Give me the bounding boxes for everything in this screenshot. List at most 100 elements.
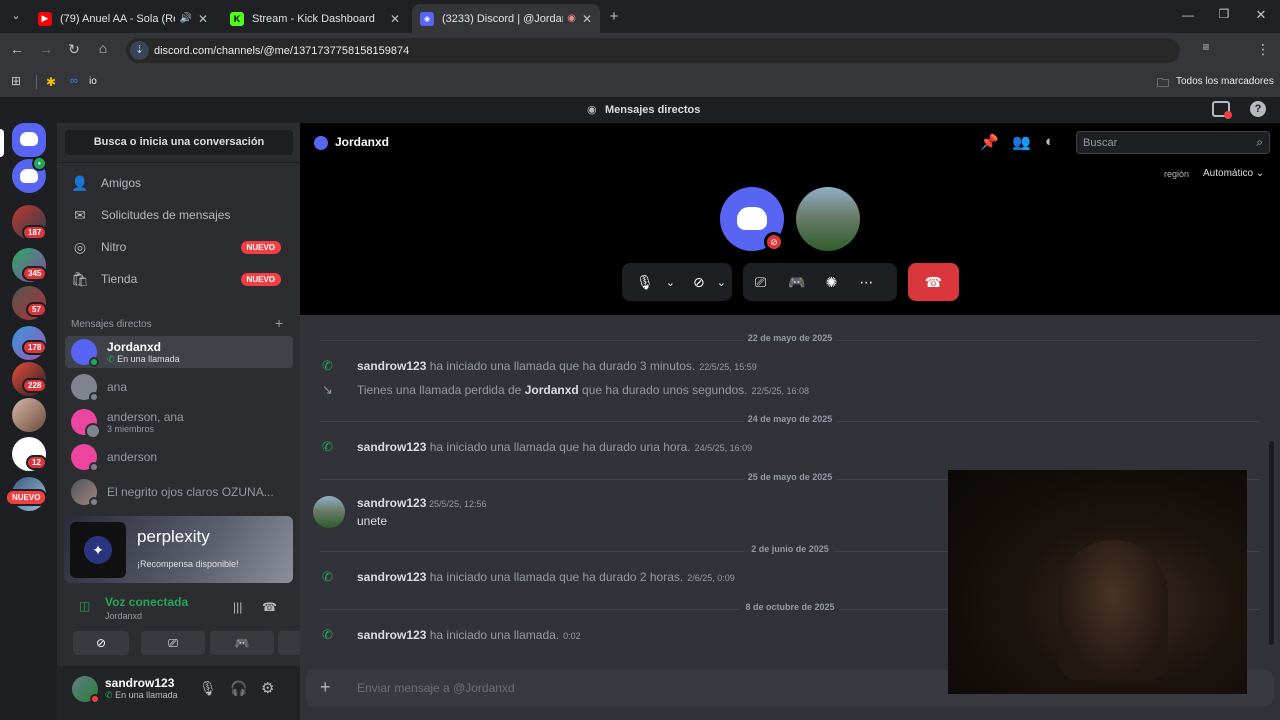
address-bar[interactable]: ⇣ discord.com/channels/@me/1371737758158… (126, 38, 1180, 63)
attach-plus-icon[interactable]: + (320, 677, 331, 698)
user-avatar[interactable] (72, 676, 100, 704)
server-icon[interactable]: 228 (12, 362, 48, 396)
hangup-button[interactable]: ☎ (908, 263, 959, 301)
dm-item-anderson[interactable]: anderson (65, 441, 293, 473)
author-name[interactable]: sandrow123 (357, 628, 426, 642)
discord-title-bar: ◉ Mensajes directos ? (0, 97, 1280, 123)
bookmark-io[interactable]: io (89, 76, 97, 87)
phone-icon: ✆ (322, 569, 333, 584)
tab-youtube[interactable]: ▶ (79) Anuel AA - Sola (Remix) 🔊 ✕ (30, 4, 216, 33)
speaker-icon[interactable]: 🔊 (179, 13, 191, 24)
tab-search-icon[interactable]: ⌄ (6, 9, 26, 22)
participant-avatar-sandrow[interactable] (796, 187, 860, 251)
apps-grid-icon[interactable]: ⊞ (6, 74, 26, 88)
add-friend-icon[interactable]: 👥 (1012, 133, 1031, 151)
mention-badge: 12 (26, 455, 47, 470)
close-tab-icon[interactable]: ✕ (390, 12, 400, 26)
server-icon[interactable]: 12 (12, 437, 47, 471)
call-actions: ⎚ 🎮 ✺ ⋯ (743, 263, 897, 301)
home-discord-icon[interactable] (12, 123, 46, 157)
group-avatar (71, 409, 101, 439)
participant-avatar-jordanxd[interactable]: ⊘ (720, 187, 784, 252)
author-name[interactable]: sandrow123 (357, 570, 426, 584)
mic-control[interactable]: 🎙 ⌄ ⊘ ⌄ (622, 263, 732, 301)
browser-menu-icon[interactable]: ⋮ (1253, 41, 1273, 58)
author-name[interactable]: Jordanxd (525, 383, 579, 397)
disconnect-icon[interactable]: ☎ (262, 600, 277, 614)
new-badge: NUEVO (240, 240, 281, 254)
message-content: unete (357, 514, 388, 528)
server-icon[interactable] (12, 398, 46, 432)
chevron-down-icon[interactable]: ⌄ (666, 276, 675, 289)
region-select[interactable]: Automático ⌄ (1203, 168, 1264, 179)
pin-icon[interactable]: 📌 (980, 133, 999, 151)
forward-icon[interactable]: → (36, 41, 56, 57)
tab-discord[interactable]: ◉ (3233) Discord | @Jordanxd ◉ ✕ (412, 4, 600, 33)
back-icon[interactable]: ← (7, 41, 27, 57)
phone-icon: ✆ (105, 690, 113, 700)
camera-off-button[interactable]: ⊘ (73, 631, 129, 655)
window-close-icon[interactable]: ✕ (1251, 7, 1271, 23)
media-control-icon[interactable]: ≡ (1196, 40, 1216, 54)
region-value: Automático (1203, 168, 1254, 179)
chevron-down-icon[interactable]: ⌄ (717, 276, 726, 289)
tab-kick[interactable]: K Stream - Kick Dashboard ✕ (222, 4, 408, 33)
screen-share-button[interactable]: ⎚ (141, 631, 205, 655)
soundboard-icon[interactable]: ✺ (826, 274, 838, 291)
close-tab-icon[interactable]: ✕ (582, 12, 592, 26)
google-photos-icon[interactable]: ✱ (46, 75, 56, 89)
nav-nitro[interactable]: ◎ Nitro NUEVO (65, 232, 293, 262)
profile-icon[interactable]: ◐ (1045, 133, 1054, 150)
chat-scrollbar[interactable] (1269, 441, 1274, 645)
channel-name[interactable]: Jordanxd (335, 135, 389, 149)
camera-off-icon[interactable]: ⊘ (693, 274, 705, 291)
headphones-icon[interactable]: 🎧 (230, 680, 247, 697)
server-icon[interactable]: 345 (12, 248, 48, 282)
phone-icon: ✆ (322, 627, 333, 642)
window-title: Mensajes directos (605, 104, 701, 116)
all-bookmarks[interactable]: Todos los marcadores (1176, 76, 1274, 87)
author-name[interactable]: sandrow123 (357, 496, 426, 510)
server-icon[interactable]: 57 (12, 286, 47, 320)
screen-share-icon[interactable]: ⎚ (755, 274, 766, 291)
server-icon[interactable]: 187 (12, 205, 48, 240)
more-icon[interactable]: ⋯ (859, 274, 873, 291)
microphone-icon[interactable]: 🎙 (199, 680, 217, 697)
help-icon[interactable]: ? (1250, 101, 1266, 117)
close-tab-icon[interactable]: ✕ (198, 12, 208, 26)
home-icon[interactable]: ⌂ (93, 40, 113, 56)
settings-gear-icon[interactable]: ⚙ (261, 679, 274, 697)
reload-icon[interactable]: ↻ (64, 41, 84, 58)
inbox-icon[interactable] (1212, 101, 1232, 119)
nav-shop[interactable]: 🛍 Tienda NUEVO (65, 264, 293, 294)
voice-status[interactable]: Voz conectada (105, 595, 188, 609)
activity-button[interactable]: 🎮 (210, 631, 274, 655)
dm-item-group[interactable]: anderson, ana 3 miembros (65, 406, 293, 439)
microphone-icon[interactable]: 🎙 (636, 274, 654, 291)
dm-item-ana[interactable]: ana (65, 371, 293, 403)
minimize-icon[interactable]: — (1178, 8, 1198, 22)
site-info-icon[interactable]: ⇣ (130, 41, 149, 60)
noise-suppression-icon[interactable]: ||| (233, 600, 242, 614)
nav-friends[interactable]: 👤 Amigos (65, 168, 293, 198)
author-name[interactable]: sandrow123 (357, 359, 426, 373)
url-text: discord.com/channels/@me/137173775815815… (154, 44, 410, 57)
nav-message-requests[interactable]: ✉ Solicitudes de mensajes (65, 200, 293, 230)
voice-channel[interactable]: Jordanxd (105, 611, 142, 621)
search-conversation-button[interactable]: Busca o inicia una conversación (65, 130, 293, 155)
perplexity-promo[interactable]: ✦ perplexity ¡Recompensa disponible! (64, 516, 293, 583)
create-dm-icon[interactable]: + (275, 315, 283, 331)
activity-icon[interactable]: 🎮 (788, 274, 805, 291)
discord-dm-icon[interactable]: • (12, 156, 47, 193)
dm-item-negrito[interactable]: El negrito ojos claros OZUNA... (65, 476, 293, 508)
maximize-icon[interactable]: ❐ (1214, 7, 1234, 21)
message-avatar[interactable] (313, 496, 345, 528)
dm-item-jordanxd[interactable]: Jordanxd ✆ En una llamada (65, 336, 293, 368)
tab-title: Stream - Kick Dashboard (252, 12, 375, 25)
author-name[interactable]: sandrow123 (357, 440, 426, 454)
region-label: región (1164, 169, 1190, 179)
new-tab-icon[interactable]: + (604, 8, 624, 25)
search-input[interactable]: Buscar ⌕ (1076, 131, 1270, 154)
server-icon[interactable]: 178 (12, 326, 48, 360)
meta-icon[interactable]: ∞ (70, 75, 78, 87)
